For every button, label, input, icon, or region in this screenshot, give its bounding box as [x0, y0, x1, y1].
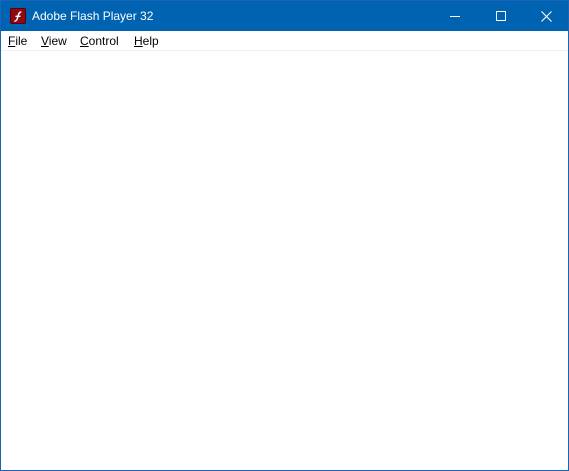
title-bar[interactable]: Adobe Flash Player 32 — [1, 1, 568, 31]
menu-file[interactable]: File — [7, 34, 28, 48]
close-button[interactable] — [523, 1, 569, 31]
minimize-button[interactable] — [432, 1, 478, 31]
window-title: Adobe Flash Player 32 — [32, 9, 154, 23]
flash-player-window: Adobe Flash Player 32 File View Control … — [0, 0, 569, 471]
minimize-icon — [450, 11, 460, 21]
menu-view[interactable]: View — [40, 34, 68, 48]
flash-player-icon[interactable] — [10, 8, 26, 24]
maximize-button[interactable] — [478, 1, 524, 31]
menu-control[interactable]: Control — [79, 34, 120, 48]
close-icon — [540, 10, 552, 22]
player-stage[interactable] — [1, 51, 568, 470]
maximize-icon — [496, 11, 506, 21]
menu-bar: File View Control Help — [1, 31, 568, 51]
menu-help[interactable]: Help — [133, 34, 160, 48]
